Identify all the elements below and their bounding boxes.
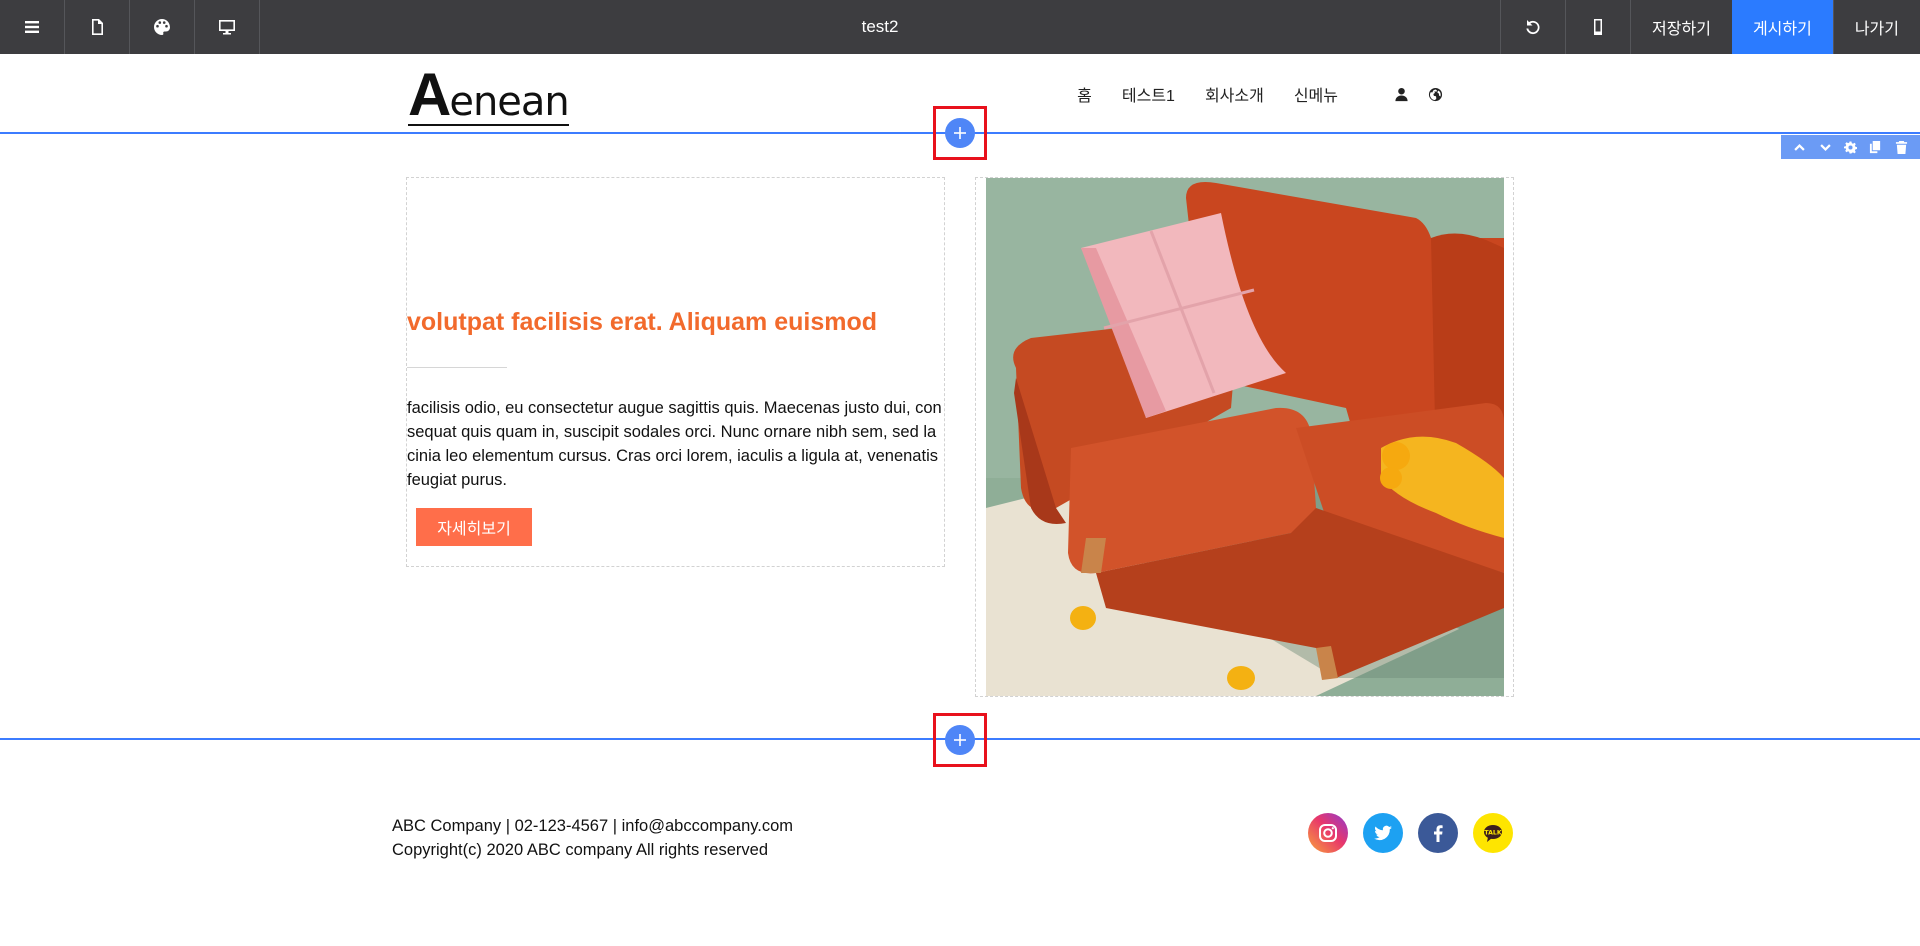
section-settings-button[interactable] <box>1841 138 1859 156</box>
header-icons <box>1376 85 1444 103</box>
kakaotalk-link[interactable]: TALK <box>1473 813 1513 853</box>
desktop-view-button[interactable] <box>195 0 260 54</box>
account-button[interactable] <box>1392 85 1410 103</box>
delete-section-button[interactable] <box>1892 138 1910 156</box>
headline-divider <box>407 367 507 368</box>
add-section-button-bottom[interactable] <box>933 713 987 767</box>
trash-icon <box>1895 140 1907 154</box>
undo-icon <box>1526 20 1540 35</box>
twitter-link[interactable] <box>1363 813 1403 853</box>
instagram-icon <box>1319 824 1337 842</box>
chevron-up-icon <box>1794 143 1805 151</box>
add-section-button-top[interactable] <box>933 106 987 160</box>
toolbar-right-group: 저장하기 게시하기 나가기 <box>1500 0 1920 54</box>
twitter-icon <box>1374 825 1392 841</box>
section-toolbar <box>1781 135 1920 159</box>
site-logo[interactable]: Aenean <box>408 61 570 128</box>
facebook-link[interactable] <box>1418 813 1458 853</box>
sofa-photo <box>986 178 1504 696</box>
move-section-down-button[interactable] <box>1816 138 1834 156</box>
add-section-circle <box>945 118 975 148</box>
logo-initial: A <box>408 61 451 128</box>
kakaotalk-icon-label: TALK <box>1484 829 1501 836</box>
kakaotalk-icon: TALK <box>1484 825 1502 842</box>
plus-icon <box>954 734 966 746</box>
desktop-icon <box>219 20 235 35</box>
section-body-text: facilisis odio, eu consectetur augue sag… <box>407 399 942 489</box>
nav-item-home[interactable]: 홈 <box>1077 82 1092 106</box>
page-button[interactable] <box>65 0 130 54</box>
save-button[interactable]: 저장하기 <box>1630 0 1732 54</box>
move-section-up-button[interactable] <box>1791 138 1809 156</box>
mobile-view-button[interactable] <box>1565 0 1630 54</box>
instagram-link[interactable] <box>1308 813 1348 853</box>
nav-item-about[interactable]: 회사소개 <box>1205 82 1264 106</box>
toolbar-left-group <box>0 0 260 54</box>
footer-info: ABC Company | 02-123-4567 | info@abccomp… <box>392 814 793 862</box>
globe-icon <box>1428 87 1442 101</box>
publish-button[interactable]: 게시하기 <box>1731 0 1833 54</box>
nav-item-new-menu[interactable]: 신메뉴 <box>1294 82 1338 106</box>
footer-copyright: Copyright(c) 2020 ABC company All rights… <box>392 841 769 859</box>
add-section-circle <box>945 725 975 755</box>
user-icon <box>1394 87 1408 101</box>
text-block[interactable]: volutpat facilisis erat. Aliquam euismod… <box>406 177 945 567</box>
copy-icon <box>1870 140 1881 153</box>
plus-icon <box>954 127 966 139</box>
palette-icon <box>154 19 170 35</box>
section-headline: volutpat facilisis erat. Aliquam euismod <box>407 308 878 336</box>
facebook-icon <box>1434 825 1443 842</box>
menu-icon <box>25 21 39 33</box>
nav-item-test1[interactable]: 테스트1 <box>1122 82 1175 106</box>
image-block[interactable] <box>975 177 1514 697</box>
sofa-illustration <box>986 178 1504 696</box>
social-links: TALK <box>1308 813 1528 853</box>
mobile-icon <box>1594 19 1603 35</box>
gear-icon <box>1843 140 1857 154</box>
document-title: test2 <box>861 17 899 36</box>
menu-button[interactable] <box>0 0 65 54</box>
read-more-button[interactable]: 자세히보기 <box>416 508 532 546</box>
main-nav: 홈 테스트1 회사소개 신메뉴 <box>1047 82 1444 106</box>
undo-button[interactable] <box>1500 0 1565 54</box>
footer-contact: ABC Company | 02-123-4567 | info@abccomp… <box>392 817 794 835</box>
editor-toolbar: test2 저장하기 게시하기 나가기 <box>0 0 1920 54</box>
language-button[interactable] <box>1426 85 1444 103</box>
page-icon <box>92 19 103 35</box>
chevron-down-icon <box>1819 143 1831 151</box>
exit-button[interactable]: 나가기 <box>1832 0 1920 54</box>
copy-section-button[interactable] <box>1867 138 1885 156</box>
logo-text: enean <box>449 79 569 125</box>
theme-button[interactable] <box>130 0 195 54</box>
